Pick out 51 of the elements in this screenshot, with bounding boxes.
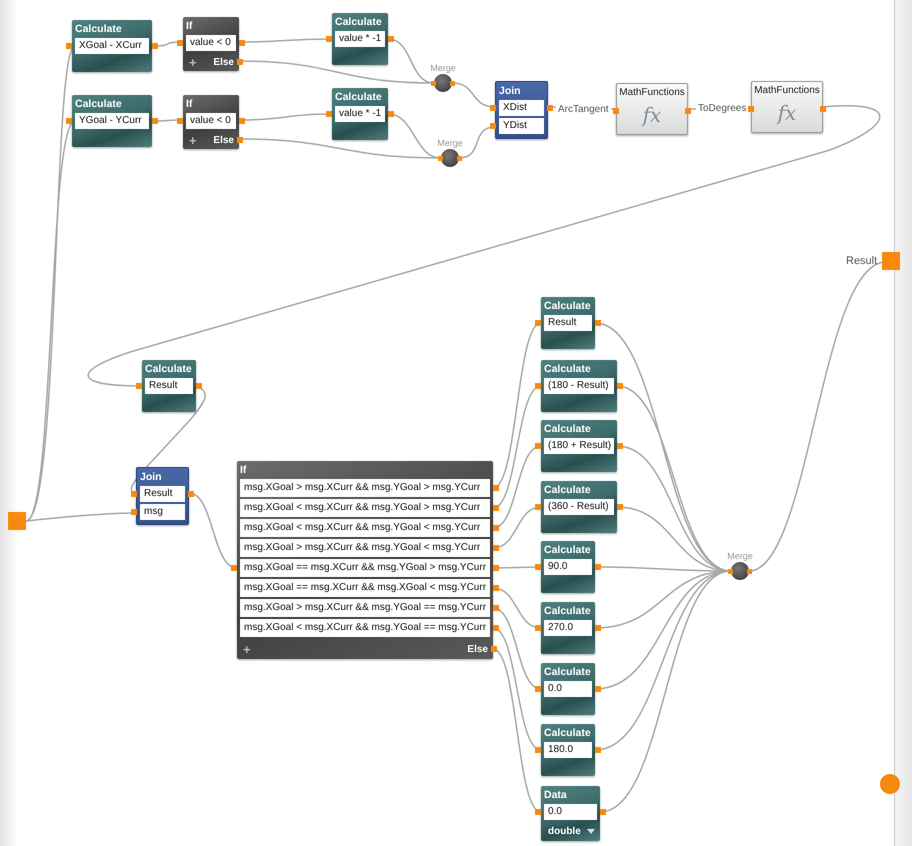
node-title: Join (499, 84, 522, 99)
connector-label: ArcTangent (556, 103, 611, 117)
node-title: If (186, 97, 194, 112)
function-symbol: fx (778, 100, 796, 126)
function-node[interactable]: MathFunctions fx (616, 83, 688, 135)
node-label: Merge (437, 137, 463, 149)
node-title: Calculate (544, 543, 592, 558)
node-title: MathFunctions (619, 86, 685, 100)
function-symbol: fx (642, 102, 662, 128)
type-dropdown[interactable]: double (544, 824, 597, 839)
node-title: If (240, 463, 248, 478)
caret-icon (586, 829, 595, 834)
node-title: Calculate (335, 90, 383, 105)
node-title: Calculate (544, 362, 592, 377)
node-title: MathFunctions (754, 84, 820, 98)
node-title: If (186, 19, 194, 34)
node-title: Calculate (335, 15, 383, 30)
connector-label: ToDegrees (696, 102, 748, 116)
port-icon[interactable] (747, 568, 752, 574)
function-node[interactable]: MathFunctions fx (751, 81, 823, 133)
node-title: Calculate (145, 362, 193, 377)
node-title: Calculate (75, 22, 123, 37)
port-icon[interactable] (431, 80, 436, 86)
node-title: Calculate (544, 422, 592, 437)
node-title: Calculate (544, 299, 592, 314)
output-port-icon[interactable] (882, 252, 900, 270)
output-label: Result (846, 255, 878, 267)
merge-node[interactable] (731, 562, 749, 580)
port-icon[interactable] (450, 80, 455, 86)
node-title: Calculate (544, 604, 592, 619)
node-title: Calculate (75, 97, 123, 112)
node-label: Merge (727, 550, 753, 562)
port-icon[interactable] (728, 568, 733, 574)
merge-node[interactable] (441, 149, 459, 167)
else-label: Else (213, 134, 236, 146)
input-port-icon[interactable] (8, 512, 26, 530)
node-title: Calculate (544, 665, 592, 680)
port-icon[interactable] (438, 156, 443, 160)
handle-icon[interactable] (880, 774, 900, 794)
node-title: Calculate (544, 726, 592, 741)
else-label: Else (467, 644, 490, 654)
node-title: Data (544, 788, 568, 803)
add-button[interactable]: + (186, 132, 200, 148)
else-label: Else (213, 56, 236, 68)
node-title: Calculate (544, 483, 592, 498)
add-button[interactable]: + (186, 54, 200, 70)
port-icon[interactable] (457, 156, 462, 160)
add-button[interactable]: + (240, 642, 254, 656)
node-label: Merge (430, 62, 456, 74)
node-title: Join (140, 470, 163, 485)
merge-node[interactable] (434, 74, 452, 92)
